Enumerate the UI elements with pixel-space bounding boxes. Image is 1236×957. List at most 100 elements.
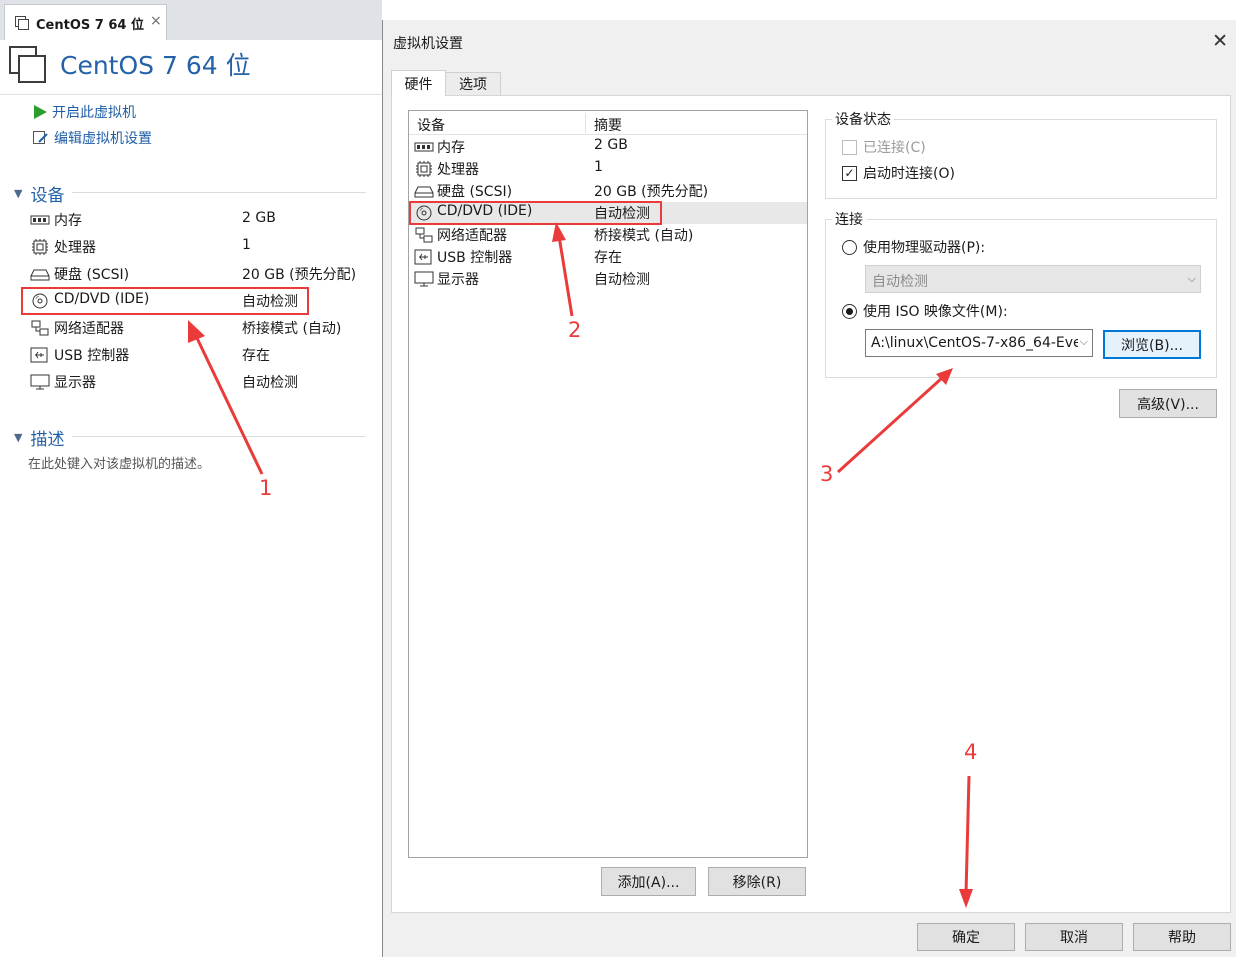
annotation-number-2: 2 xyxy=(568,318,582,342)
tab-hardware[interactable]: 硬件 xyxy=(391,70,446,96)
hardware-row[interactable]: USB 控制器 存在 xyxy=(409,246,807,268)
collapse-icon: ▼ xyxy=(14,187,23,200)
device-row[interactable]: 内存 2 GB xyxy=(28,208,368,232)
hardware-summary: 1 xyxy=(594,159,603,175)
highlight-box-left-cd-dvd xyxy=(21,287,309,315)
device-name: USB 控制器 xyxy=(54,348,130,364)
hardware-name: USB 控制器 xyxy=(437,250,513,266)
description-placeholder[interactable]: 在此处键入对该虚拟机的描述。 xyxy=(28,453,210,472)
vm-title: CentOS 7 64 位 xyxy=(60,51,251,80)
hardware-name: 网络适配器 xyxy=(437,228,507,244)
device-status-group xyxy=(825,119,1217,199)
hardware-name: 显示器 xyxy=(437,272,479,288)
iso-path-input[interactable]: A:\linux\CentOS-7-x86_64-Eve ⌵ xyxy=(865,329,1093,357)
annotation-number-4: 4 xyxy=(964,740,978,764)
physical-drive-select[interactable]: 自动检测 ⌵ xyxy=(865,265,1201,293)
tab-options[interactable]: 选项 xyxy=(445,72,501,96)
devices-section-title: 设备 xyxy=(30,186,65,206)
cancel-button[interactable]: 取消 xyxy=(1025,923,1123,951)
power-on-label: 开启此虚拟机 xyxy=(52,105,136,121)
device-value: 20 GB (预先分配) xyxy=(242,267,357,283)
hard-disk-icon xyxy=(30,266,50,282)
close-icon[interactable]: × xyxy=(150,13,162,29)
annotation-number-1: 1 xyxy=(259,476,273,500)
devices-section-header[interactable]: ▼ 设备 xyxy=(14,181,64,206)
connect-at-power-on-checkbox[interactable]: ✓ 启动时连接(O) xyxy=(842,163,955,183)
annotation-number-3: 3 xyxy=(820,462,834,486)
play-icon xyxy=(34,105,47,119)
edit-settings-icon xyxy=(33,131,48,144)
hardware-summary: 存在 xyxy=(594,250,622,266)
ok-button[interactable]: 确定 xyxy=(917,923,1015,951)
vm-settings-dialog: 虚拟机设置 ✕ 硬件 选项 设备 摘要 内存 2 GB 处理器 1 硬盘 (SCSI) 2… xyxy=(382,20,1236,957)
chevron-down-icon: ⌵ xyxy=(1187,272,1196,285)
iso-path-value: A:\linux\CentOS-7-x86_64-Eve xyxy=(871,335,1082,351)
vm-tab-strip: CentOS 7 64 位 × xyxy=(0,0,382,40)
checkbox-box xyxy=(842,139,857,155)
device-row[interactable]: USB 控制器 存在 xyxy=(28,343,368,367)
use-physical-drive-radio[interactable]: 使用物理驱动器(P): xyxy=(842,237,985,257)
radio-button xyxy=(842,239,857,255)
use-iso-image-label: 使用 ISO 映像文件(M): xyxy=(863,304,1008,320)
device-value: 存在 xyxy=(242,348,270,364)
network-adapter-icon xyxy=(414,227,434,243)
divider xyxy=(72,192,366,193)
power-on-vm-link[interactable]: 开启此虚拟机 xyxy=(32,101,136,123)
hardware-summary: 自动检测 xyxy=(594,272,650,288)
device-status-title: 设备状态 xyxy=(832,109,894,129)
device-value: 1 xyxy=(242,237,251,253)
collapse-icon: ▼ xyxy=(14,431,23,444)
device-row[interactable]: 硬盘 (SCSI) 20 GB (预先分配) xyxy=(28,262,368,286)
column-header-summary[interactable]: 摘要 xyxy=(594,115,622,135)
device-row[interactable]: 网络适配器 桥接模式 (自动) xyxy=(28,316,368,340)
hardware-list-header: 设备 摘要 xyxy=(409,111,807,135)
device-row[interactable]: 处理器 1 xyxy=(28,235,368,259)
hardware-row[interactable]: 内存 2 GB xyxy=(409,136,807,158)
usb-controller-icon xyxy=(414,249,434,265)
edit-vm-settings-link[interactable]: 编辑虚拟机设置 xyxy=(32,127,152,149)
close-icon[interactable]: ✕ xyxy=(1212,30,1228,52)
device-name: 网络适配器 xyxy=(54,321,124,337)
edit-settings-label: 编辑虚拟机设置 xyxy=(54,131,152,147)
physical-drive-value: 自动检测 xyxy=(872,274,928,290)
device-name: 硬盘 (SCSI) xyxy=(54,267,130,283)
display-icon xyxy=(30,374,50,390)
processor-icon xyxy=(30,239,50,255)
dialog-title: 虚拟机设置 xyxy=(393,36,463,52)
use-iso-image-radio[interactable]: 使用 ISO 映像文件(M): xyxy=(842,301,1008,321)
description-section-header[interactable]: ▼ 描述 xyxy=(14,425,64,450)
column-header-device[interactable]: 设备 xyxy=(417,115,445,135)
hardware-row[interactable]: 硬盘 (SCSI) 20 GB (预先分配) xyxy=(409,180,807,202)
device-value: 2 GB xyxy=(242,210,276,226)
divider xyxy=(0,94,382,95)
help-button[interactable]: 帮助 xyxy=(1133,923,1231,951)
vm-tab-label: CentOS 7 64 位 xyxy=(36,18,144,33)
connected-checkbox[interactable]: 已连接(C) xyxy=(842,137,926,157)
device-value: 自动检测 xyxy=(242,375,298,391)
hardware-name: 内存 xyxy=(437,140,465,156)
add-hardware-button[interactable]: 添加(A)... xyxy=(601,867,696,896)
hardware-row[interactable]: 显示器 自动检测 xyxy=(409,268,807,290)
highlight-box-dialog-cd-dvd xyxy=(409,201,662,225)
display-icon xyxy=(414,271,434,287)
description-section-title: 描述 xyxy=(30,430,65,450)
hard-disk-icon xyxy=(414,183,434,199)
hardware-name: 处理器 xyxy=(437,162,479,178)
connection-title: 连接 xyxy=(832,209,866,229)
hardware-summary: 20 GB (预先分配) xyxy=(594,184,709,200)
radio-button-selected xyxy=(842,303,857,319)
vm-tab[interactable]: CentOS 7 64 位 × xyxy=(4,4,167,40)
device-row[interactable]: 显示器 自动检测 xyxy=(28,370,368,394)
remove-hardware-button[interactable]: 移除(R) xyxy=(708,867,806,896)
connected-label: 已连接(C) xyxy=(863,140,926,156)
use-physical-drive-label: 使用物理驱动器(P): xyxy=(863,240,986,256)
memory-icon xyxy=(30,212,50,228)
advanced-button[interactable]: 高级(V)... xyxy=(1119,389,1217,418)
processor-icon xyxy=(414,161,434,177)
column-separator[interactable] xyxy=(585,113,586,133)
device-name: 处理器 xyxy=(54,240,96,256)
hardware-row[interactable]: 处理器 1 xyxy=(409,158,807,180)
hardware-row[interactable]: 网络适配器 桥接模式 (自动) xyxy=(409,224,807,246)
device-name: 显示器 xyxy=(54,375,96,391)
browse-button[interactable]: 浏览(B)... xyxy=(1103,330,1201,359)
